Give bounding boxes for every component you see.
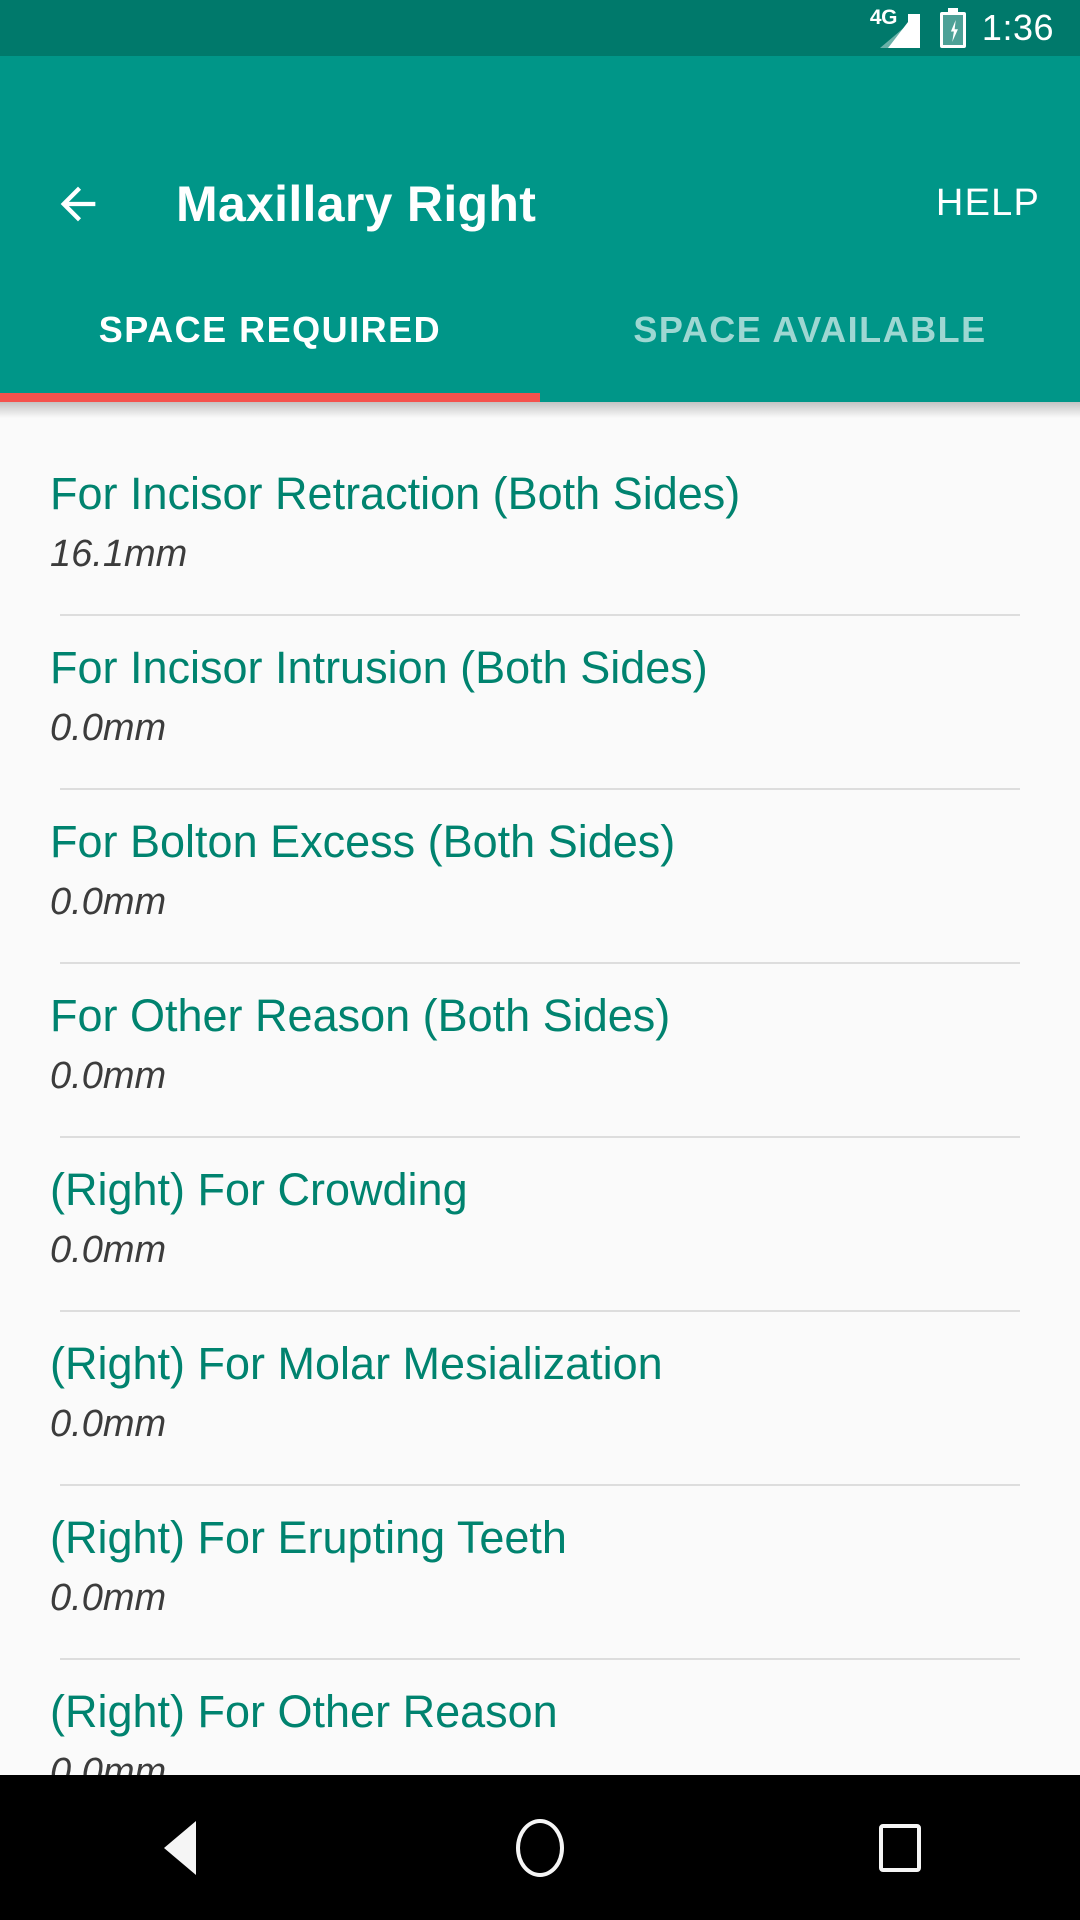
nav-home-button[interactable] [460,1775,620,1920]
back-button[interactable] [40,166,116,242]
list-item-title: For Incisor Retraction (Both Sides) [50,468,741,519]
list-item[interactable]: (Right) For Crowding 0.0mm [0,1138,1080,1310]
signal-triangle [876,14,920,48]
app-bar: Maxillary Right HELP SPACE REQUIRED SPAC… [0,56,1080,402]
nav-recents-square-icon [879,1823,921,1872]
list-item-title: (Right) For Molar Mesialization [50,1338,663,1389]
list-item-value: 0.0mm [50,707,167,749]
phone-screen: 4G 1:36 Maxillary Right HELP SPACE REQUI… [0,0,1080,1920]
list-item-title: For Incisor Intrusion (Both Sides) [50,642,708,693]
list-item-value: 0.0mm [50,1577,167,1619]
list-item[interactable]: For Incisor Retraction (Both Sides) 16.1m… [0,442,1080,614]
nav-home-circle-icon [516,1818,564,1877]
list-item[interactable]: (Right) For Erupting Teeth 0.0mm [0,1486,1080,1658]
list-item-title: (Right) For Other Reason [50,1686,558,1737]
list-item-value: 0.0mm [50,1055,167,1097]
list-item-value: 0.0mm [50,1751,167,1775]
nav-recents-button[interactable] [820,1775,980,1920]
list-item-title: (Right) For Erupting Teeth [50,1512,567,1563]
list-item[interactable]: (Right) For Molar Mesialization 0.0mm [0,1312,1080,1484]
tab-indicator [0,393,540,402]
list-item-title: For Other Reason (Both Sides) [50,990,671,1041]
clock-label: 1:36 [981,7,1054,48]
page-title: Maxillary Right [176,176,537,232]
status-bar-icons: 4G 1:36 [870,6,1054,48]
space-required-list[interactable]: For Incisor Retraction (Both Sides) 16.1m… [0,402,1080,1775]
list-item[interactable]: (Right) For Other Reason 0.0mm [0,1660,1080,1775]
tab-space-required[interactable]: SPACE REQUIRED [0,284,540,402]
tab-space-available[interactable]: SPACE AVAILABLE [540,284,1080,402]
list-item[interactable]: For Bolton Excess (Both Sides) 0.0mm [0,790,1080,962]
list-item-title: (Right) For Crowding [50,1164,468,1215]
tab-bar: SPACE REQUIRED SPACE AVAILABLE [0,284,1080,402]
list-item-value: 16.1mm [50,533,188,575]
help-button[interactable]: HELP [936,172,1040,234]
list-item-value: 0.0mm [50,1403,167,1445]
nav-back-button[interactable] [100,1775,260,1920]
list-item-value: 0.0mm [50,1229,167,1271]
arrow-back-icon [60,186,96,222]
nav-back-triangle-icon [164,1820,196,1875]
app-bar-top-row [0,56,1080,256]
list-item-value: 0.0mm [50,881,167,923]
list-item[interactable]: For Incisor Intrusion (Both Sides) 0.0mm [0,616,1080,788]
list-item[interactable]: For Other Reason (Both Sides) 0.0mm [0,964,1080,1136]
system-navigation-bar [0,1775,1080,1920]
signal-bars-icon: 4G [870,6,924,48]
battery-charging-icon [939,8,966,48]
status-bar: 4G 1:36 [0,0,1080,56]
list-item-title: For Bolton Excess (Both Sides) [50,816,676,867]
